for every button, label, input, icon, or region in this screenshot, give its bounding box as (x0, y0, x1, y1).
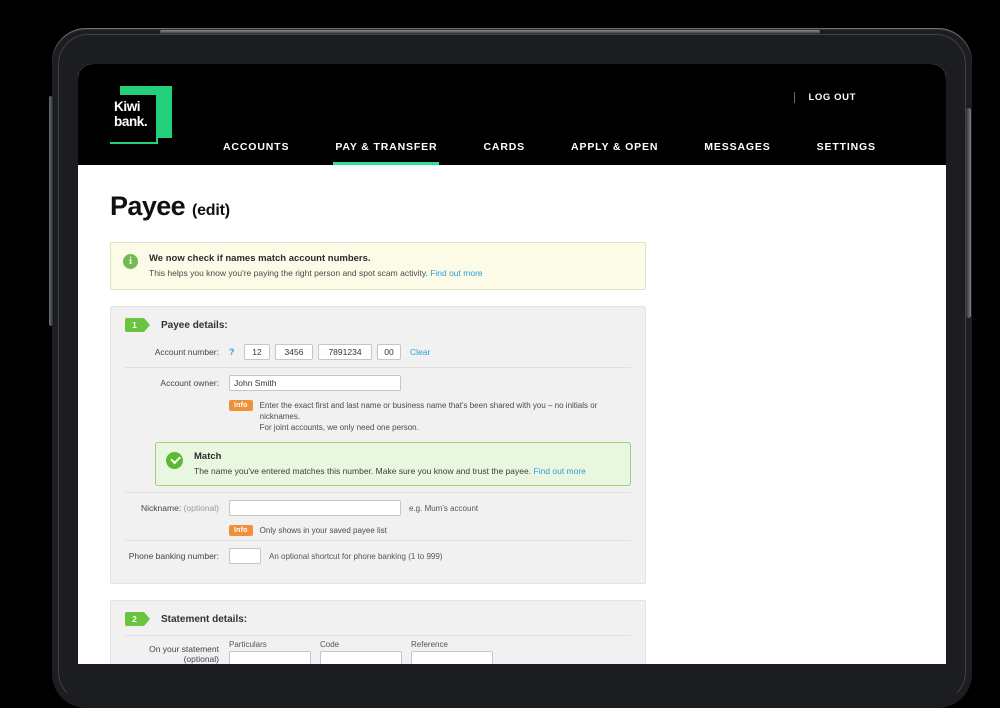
page-title: Payee (edit) (110, 191, 946, 222)
check-circle-icon (166, 452, 183, 469)
statement-col-reference-1: Reference (411, 640, 493, 664)
statement-row-1-label: On your statement (optional) (125, 644, 229, 664)
match-title: Match (194, 451, 222, 462)
account-number-suffix-input[interactable] (377, 343, 401, 360)
account-number-bank-input[interactable] (244, 343, 270, 360)
step-badge-1: 1 (125, 318, 150, 332)
statement-details-title: Statement details: (161, 613, 248, 625)
match-description: The name you've entered matches this num… (194, 466, 532, 476)
logo-wordmark-line1: Kiwi (114, 99, 141, 114)
banner-body: We now check if names match account numb… (149, 253, 483, 278)
statement-row-1: On your statement (optional) Particulars… (125, 635, 631, 664)
nav-item-messages[interactable]: MESSAGES (704, 141, 770, 165)
account-owner-label: Account owner: (160, 378, 219, 388)
payee-details-title: Payee details: (161, 319, 228, 331)
info-badge-owner: Info (229, 400, 253, 411)
step-badge-2: 2 (125, 612, 150, 626)
match-text: The name you've entered matches this num… (194, 466, 586, 476)
kiwibank-logo[interactable]: Kiwi bank. (110, 86, 172, 148)
payee-details-panel: 1 Payee details: Account number: ? 12 34… (110, 306, 646, 584)
nav-item-apply-and-open[interactable]: APPLY & OPEN (571, 141, 658, 165)
owner-note-line2: For joint accounts, we only need one per… (259, 423, 419, 432)
page-body: Payee (edit) i We now check if names mat… (78, 191, 946, 664)
logo-wordmark-line2: bank. (114, 114, 148, 129)
logout-button[interactable]: LOG OUT (809, 92, 856, 103)
account-number-row: Account number: ? Clear (125, 341, 631, 367)
name-check-info-banner: i We now check if names match account nu… (110, 242, 646, 290)
device-top-edge (160, 30, 820, 34)
phone-banking-hint: An optional shortcut for phone banking (… (269, 551, 443, 561)
account-number-account-input[interactable] (318, 343, 372, 360)
owner-note-line1: Enter the exact first and last name or b… (259, 401, 598, 421)
nav-item-accounts[interactable]: ACCOUNTS (223, 141, 289, 165)
nav-item-pay-and-transfer[interactable]: PAY & TRANSFER (333, 141, 440, 165)
nickname-label: Nickname: (optional) (125, 503, 229, 513)
account-owner-row: Account owner: (125, 367, 631, 398)
nickname-note: Info Only shows in your saved payee list (125, 523, 631, 540)
column-header-particulars: Particulars (229, 640, 267, 649)
statement-code-input-1[interactable] (320, 651, 402, 664)
device-right-edge-button (966, 108, 971, 318)
banner-title: We now check if names match account numb… (149, 253, 371, 264)
account-owner-input[interactable] (229, 375, 401, 391)
nickname-note-text: Only shows in your saved payee list (259, 526, 387, 535)
clear-account-number-link[interactable]: Clear (410, 347, 430, 357)
column-header-reference: Reference (411, 640, 448, 649)
payee-details-header: 1 Payee details: (125, 307, 631, 341)
phone-banking-label: Phone banking number: (128, 551, 219, 561)
nickname-optional-text: (optional) (183, 503, 219, 513)
account-number-label-text: Account number: (154, 346, 219, 357)
question-mark-icon[interactable]: ? (229, 347, 239, 357)
nickname-input[interactable] (229, 500, 401, 516)
statement-col-code-1: Code (320, 640, 402, 664)
account-number-label: Account number: (125, 347, 229, 357)
match-find-out-more-link[interactable]: Find out more (533, 466, 585, 476)
device-left-edge-button (49, 96, 53, 326)
statement-particulars-input-1[interactable] (229, 651, 311, 664)
statement-row-1-label-text: On your statement (149, 644, 219, 654)
account-owner-note-text: Enter the exact first and last name or b… (260, 400, 631, 433)
page-content: i We now check if names match account nu… (110, 242, 646, 664)
logo-wordmark: Kiwi bank. (114, 99, 158, 129)
phone-banking-row: Phone banking number: An optional shortc… (125, 540, 631, 571)
statement-reference-input-1[interactable] (411, 651, 493, 664)
nickname-hint: e.g. Mum's account (409, 503, 479, 513)
account-owner-note: Info Enter the exact first and last name… (125, 398, 631, 437)
match-body: Match The name you've entered matches th… (194, 451, 586, 476)
page-title-main: Payee (110, 191, 186, 221)
nickname-row: Nickname: (optional) e.g. Mum's account (125, 492, 631, 523)
tablet-screen: Kiwi bank. LOG OUT ACCOUNTS PAY & TRANSF… (78, 64, 946, 664)
statement-details-header: 2 Statement details: (125, 601, 631, 635)
logout-container: LOG OUT (793, 92, 856, 103)
account-number-branch-input[interactable] (275, 343, 313, 360)
nav-item-settings[interactable]: SETTINGS (817, 141, 876, 165)
banner-description: This helps you know you're paying the ri… (149, 268, 428, 278)
info-badge-nickname: Info (229, 525, 253, 536)
info-circle-icon: i (123, 254, 138, 269)
phone-banking-input[interactable] (229, 548, 261, 564)
banner-text: This helps you know you're paying the ri… (149, 268, 483, 278)
column-header-code: Code (320, 640, 340, 649)
statement-details-panel: 2 Statement details: On your statement (… (110, 600, 646, 664)
banner-find-out-more-link[interactable]: Find out more (430, 268, 482, 278)
statement-col-particulars-1: Particulars (229, 640, 311, 664)
main-navigation: ACCOUNTS PAY & TRANSFER CARDS APPLY & OP… (223, 141, 922, 165)
nav-item-cards[interactable]: CARDS (483, 141, 525, 165)
site-header: Kiwi bank. LOG OUT ACCOUNTS PAY & TRANSF… (78, 64, 946, 165)
statement-row-1-optional: (optional) (183, 654, 219, 664)
nickname-label-text: Nickname: (141, 503, 182, 513)
page-title-suffix: (edit) (191, 202, 230, 219)
name-match-success-box: Match The name you've entered matches th… (155, 442, 631, 486)
